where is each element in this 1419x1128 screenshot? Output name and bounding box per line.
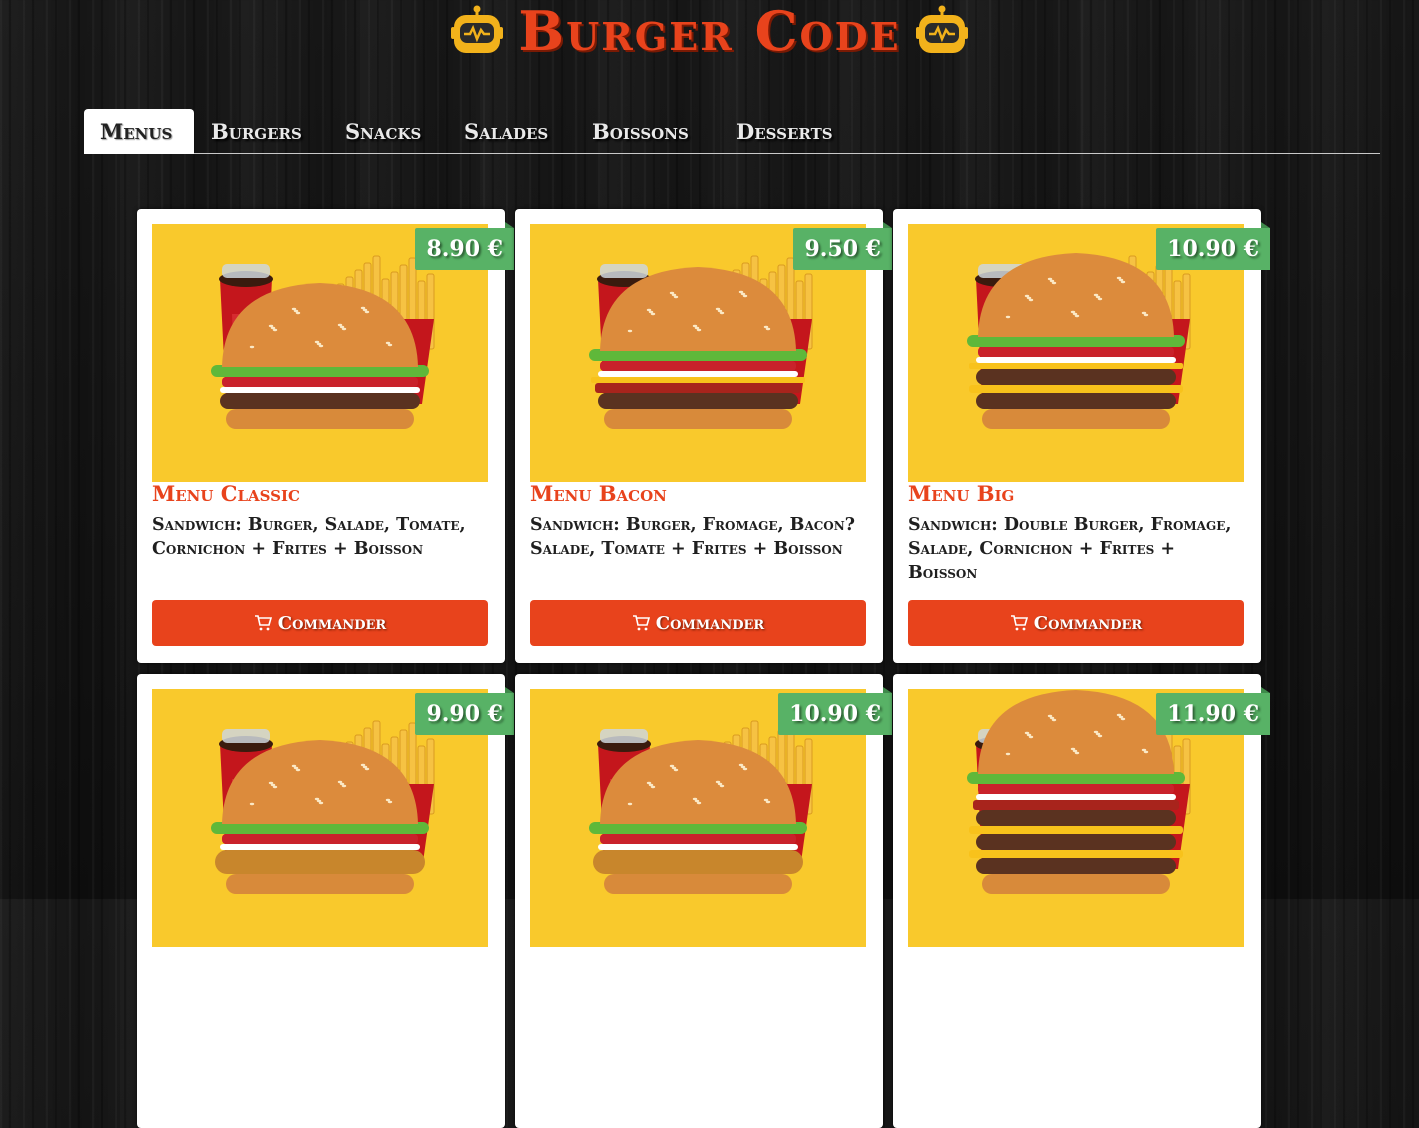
order-button-label: Commander [1033,612,1143,634]
robot-icon [451,5,504,53]
order-button[interactable]: Commander [152,600,488,646]
product-card: 11.90 € [893,674,1270,1128]
product-card: 10.90 € [515,674,892,1128]
price-tag: 10.90 € [1156,222,1270,270]
order-button[interactable]: Commander [530,600,866,646]
tab-snacks[interactable]: Snacks [329,109,437,154]
price-tag: 11.90 € [1156,687,1270,735]
price-tag: 8.90 € [415,222,514,270]
cart-icon [632,615,650,631]
product-card: 10.90 € Menu Big Sandwich: Double Burger… [893,209,1270,663]
tab-burgers[interactable]: Burgers [195,109,318,154]
price-tag: 10.90 € [778,687,892,735]
product-card: 8.90 € Menu Classic Sandwich: Burger, Sa… [137,209,514,663]
order-button-label: Commander [655,612,765,634]
tab-desserts[interactable]: Desserts [720,109,849,154]
tab-salades[interactable]: Salades [448,109,564,154]
price-tag: 9.50 € [793,222,892,270]
price-tag: 9.90 € [415,687,514,735]
site-title[interactable]: Burger Code [518,4,900,58]
tab-boissons[interactable]: Boissons [576,109,705,154]
cart-icon [254,615,272,631]
product-name: Menu Big [908,481,1015,506]
order-button-label: Commander [277,612,387,634]
cart-icon [1010,615,1028,631]
product-description: Sandwich: Double Burger, Fromage, Salade… [908,515,1232,583]
product-description: Sandwich: Burger, Salade, Tomate, Cornic… [152,515,466,559]
product-name: Menu Classic [152,481,300,506]
tab-menus[interactable]: Menus [84,109,194,154]
category-tabs: Menus Burgers Snacks Salades Boissons De… [84,109,1380,154]
product-card: 9.90 € [137,674,514,1128]
order-button[interactable]: Commander [908,600,1244,646]
product-card: 9.50 € Menu Bacon Sandwich: Burger, From… [515,209,892,663]
robot-icon [915,5,968,53]
site-header: Burger Code [0,0,1419,62]
product-description: Sandwich: Burger, Fromage, Bacon? Salade… [530,515,855,559]
product-name: Menu Bacon [530,481,667,506]
